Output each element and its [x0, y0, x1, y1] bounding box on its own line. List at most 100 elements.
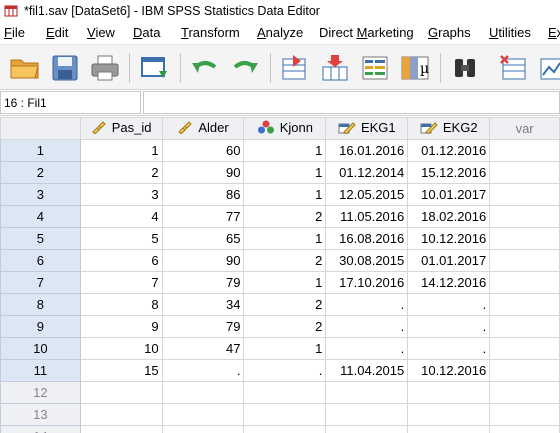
- column-header-ekg1[interactable]: EKG1: [325, 117, 409, 140]
- cell-alder[interactable]: 47: [161, 337, 245, 360]
- cell-kjonn[interactable]: 2: [243, 249, 327, 272]
- cell-alder[interactable]: 86: [161, 183, 245, 206]
- cell-value-input[interactable]: [143, 91, 560, 114]
- menu-file[interactable]: File: [2, 25, 27, 40]
- cell-kjonn[interactable]: 1: [243, 227, 327, 250]
- row-number[interactable]: 14: [0, 425, 81, 433]
- cell-alder[interactable]: 60: [161, 139, 245, 162]
- cell-kjonn[interactable]: 2: [243, 205, 327, 228]
- value-labels-icon[interactable]: µ: [398, 52, 432, 84]
- menu-view[interactable]: View: [85, 25, 117, 40]
- cell-var[interactable]: [489, 425, 560, 433]
- cell-var[interactable]: [489, 139, 560, 162]
- cell-ekg2[interactable]: 10.12.2016: [407, 227, 491, 250]
- cell-pas_id[interactable]: 3: [79, 183, 163, 206]
- menu-graphs[interactable]: Graphs: [426, 25, 473, 40]
- menu-transform[interactable]: Transform: [179, 25, 242, 40]
- cell-kjonn[interactable]: 1: [243, 337, 327, 360]
- cell-ekg1[interactable]: 12.05.2015: [325, 183, 409, 206]
- cell-reference[interactable]: 16 : Fil1: [0, 91, 141, 114]
- row-number[interactable]: 5: [0, 227, 81, 250]
- cell-pas_id[interactable]: 4: [79, 205, 163, 228]
- cell-ekg1[interactable]: .: [325, 315, 409, 338]
- grid-corner[interactable]: [0, 117, 81, 140]
- cell-ekg2[interactable]: .: [407, 337, 491, 360]
- cell-pas_id[interactable]: 9: [79, 315, 163, 338]
- cell-ekg2[interactable]: 01.01.2017: [407, 249, 491, 272]
- menu-direct-marketing[interactable]: Direct Marketing: [317, 25, 416, 40]
- cell-pas_id[interactable]: 8: [79, 293, 163, 316]
- cell-ekg2[interactable]: .: [407, 315, 491, 338]
- cell-pas_id[interactable]: 7: [79, 271, 163, 294]
- cell-ekg1[interactable]: [325, 403, 409, 426]
- cell-ekg2[interactable]: 10.12.2016: [407, 359, 491, 382]
- cell-kjonn[interactable]: 1: [243, 161, 327, 184]
- column-header-var[interactable]: var: [489, 117, 560, 140]
- insert-cases-icon[interactable]: [496, 52, 530, 84]
- cell-var[interactable]: [489, 227, 560, 250]
- find-icon[interactable]: [448, 52, 482, 84]
- row-number[interactable]: 1: [0, 139, 81, 162]
- cell-alder[interactable]: 79: [161, 315, 245, 338]
- row-number[interactable]: 10: [0, 337, 81, 360]
- cell-alder[interactable]: 79: [161, 271, 245, 294]
- cell-kjonn[interactable]: 2: [243, 315, 327, 338]
- cell-kjonn[interactable]: 2: [243, 293, 327, 316]
- cell-ekg1[interactable]: 11.05.2016: [325, 205, 409, 228]
- cell-pas_id[interactable]: 5: [79, 227, 163, 250]
- cell-pas_id[interactable]: 15: [79, 359, 163, 382]
- cell-ekg1[interactable]: 11.04.2015: [325, 359, 409, 382]
- cell-pas_id[interactable]: 1: [79, 139, 163, 162]
- cell-var[interactable]: [489, 403, 560, 426]
- row-number[interactable]: 2: [0, 161, 81, 184]
- cell-ekg1[interactable]: 01.12.2014: [325, 161, 409, 184]
- cell-var[interactable]: [489, 293, 560, 316]
- cell-alder[interactable]: 90: [161, 249, 245, 272]
- cell-kjonn[interactable]: 1: [243, 271, 327, 294]
- row-number[interactable]: 9: [0, 315, 81, 338]
- column-header-kjonn[interactable]: Kjonn: [243, 117, 327, 140]
- undo-icon[interactable]: [188, 52, 222, 84]
- cell-alder[interactable]: [161, 403, 245, 426]
- cell-ekg2[interactable]: 10.01.2017: [407, 183, 491, 206]
- cell-ekg2[interactable]: 18.02.2016: [407, 205, 491, 228]
- column-header-ekg2[interactable]: EKG2: [407, 117, 491, 140]
- cell-alder[interactable]: [161, 381, 245, 404]
- column-header-alder[interactable]: Alder: [161, 117, 245, 140]
- cell-kjonn[interactable]: [243, 425, 327, 433]
- cell-ekg2[interactable]: [407, 403, 491, 426]
- cell-alder[interactable]: 77: [161, 205, 245, 228]
- cell-var[interactable]: [489, 337, 560, 360]
- cell-alder[interactable]: 90: [161, 161, 245, 184]
- row-number[interactable]: 6: [0, 249, 81, 272]
- menu-data[interactable]: Data: [131, 25, 162, 40]
- cell-ekg2[interactable]: 01.12.2016: [407, 139, 491, 162]
- cell-var[interactable]: [489, 183, 560, 206]
- cell-ekg1[interactable]: [325, 425, 409, 433]
- cell-ekg1[interactable]: .: [325, 293, 409, 316]
- cell-var[interactable]: [489, 205, 560, 228]
- cell-pas_id[interactable]: [79, 381, 163, 404]
- cell-var[interactable]: [489, 249, 560, 272]
- cell-kjonn[interactable]: 1: [243, 139, 327, 162]
- open-folder-icon[interactable]: [8, 52, 42, 84]
- cell-pas_id[interactable]: [79, 403, 163, 426]
- cell-ekg1[interactable]: 30.08.2015: [325, 249, 409, 272]
- cell-ekg2[interactable]: 15.12.2016: [407, 161, 491, 184]
- cell-ekg1[interactable]: [325, 381, 409, 404]
- cell-ekg1[interactable]: 17.10.2016: [325, 271, 409, 294]
- cell-ekg1[interactable]: .: [325, 337, 409, 360]
- print-icon[interactable]: [88, 52, 122, 84]
- menu-analyze[interactable]: Analyze: [255, 25, 305, 40]
- cell-ekg1[interactable]: 16.08.2016: [325, 227, 409, 250]
- go-to-variable-icon[interactable]: [318, 52, 352, 84]
- column-header-pas_id[interactable]: Pas_id: [79, 117, 163, 140]
- cell-ekg2[interactable]: [407, 381, 491, 404]
- cell-kjonn[interactable]: 1: [243, 183, 327, 206]
- cell-kjonn[interactable]: [243, 403, 327, 426]
- cell-var[interactable]: [489, 161, 560, 184]
- row-number[interactable]: 3: [0, 183, 81, 206]
- cell-alder[interactable]: 65: [161, 227, 245, 250]
- menu-ex[interactable]: Ex: [546, 25, 560, 40]
- cell-alder[interactable]: [161, 425, 245, 433]
